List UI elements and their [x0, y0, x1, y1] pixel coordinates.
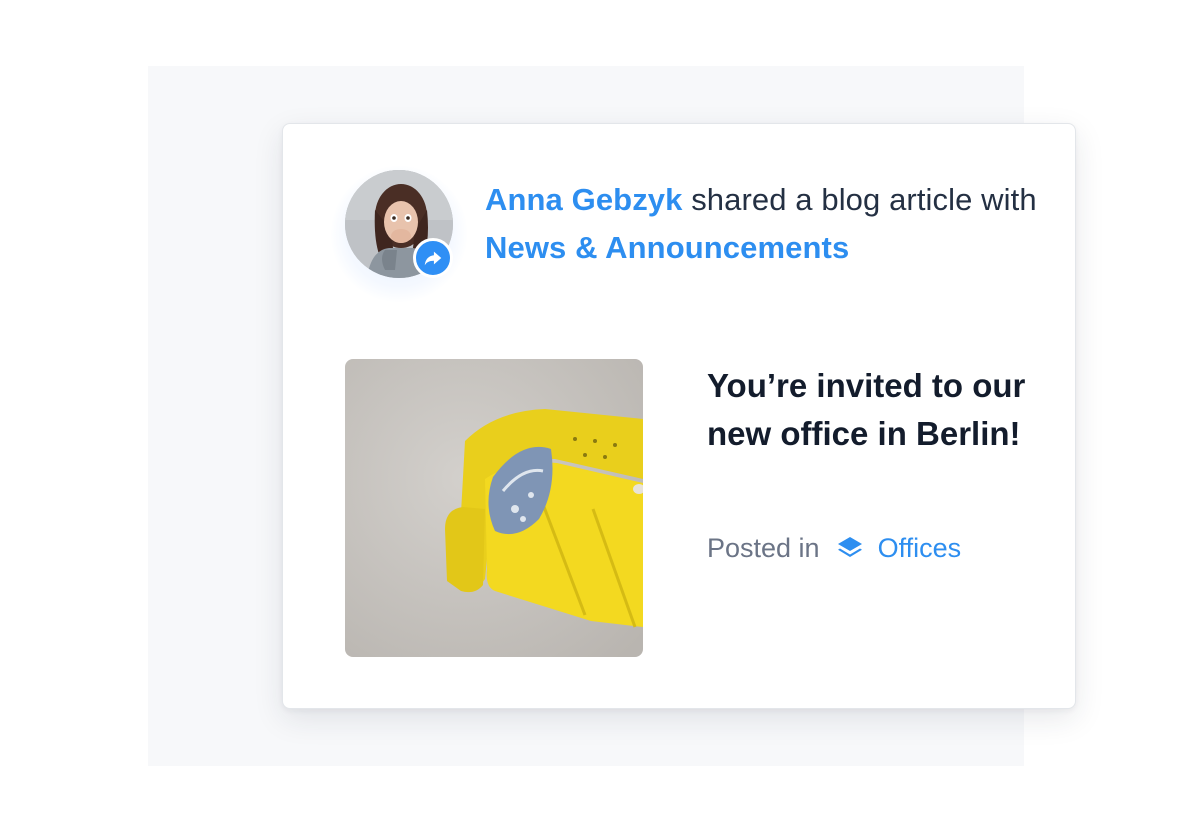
activity-headline: Anna Gebzyk shared a blog article with N… — [485, 176, 1045, 272]
posted-in-label: Posted in — [707, 533, 820, 563]
sofa-image — [345, 359, 643, 657]
post-thumbnail[interactable] — [345, 359, 643, 657]
share-arrow-icon — [424, 251, 442, 266]
posted-in-row: Posted in Offices — [707, 530, 961, 566]
activity-card: Anna Gebzyk shared a blog article with N… — [282, 123, 1076, 709]
space-link[interactable]: Offices — [878, 530, 962, 566]
layers-icon — [836, 534, 864, 562]
action-text: shared a blog article with — [682, 182, 1037, 217]
post-title[interactable]: You’re invited to our new office in Berl… — [707, 362, 1047, 458]
stage: Anna Gebzyk shared a blog article with N… — [0, 0, 1180, 832]
avatar-container[interactable] — [331, 166, 467, 302]
actor-link[interactable]: Anna Gebzyk — [485, 182, 682, 217]
target-space-link[interactable]: News & Announcements — [485, 230, 849, 265]
share-badge — [413, 238, 453, 278]
